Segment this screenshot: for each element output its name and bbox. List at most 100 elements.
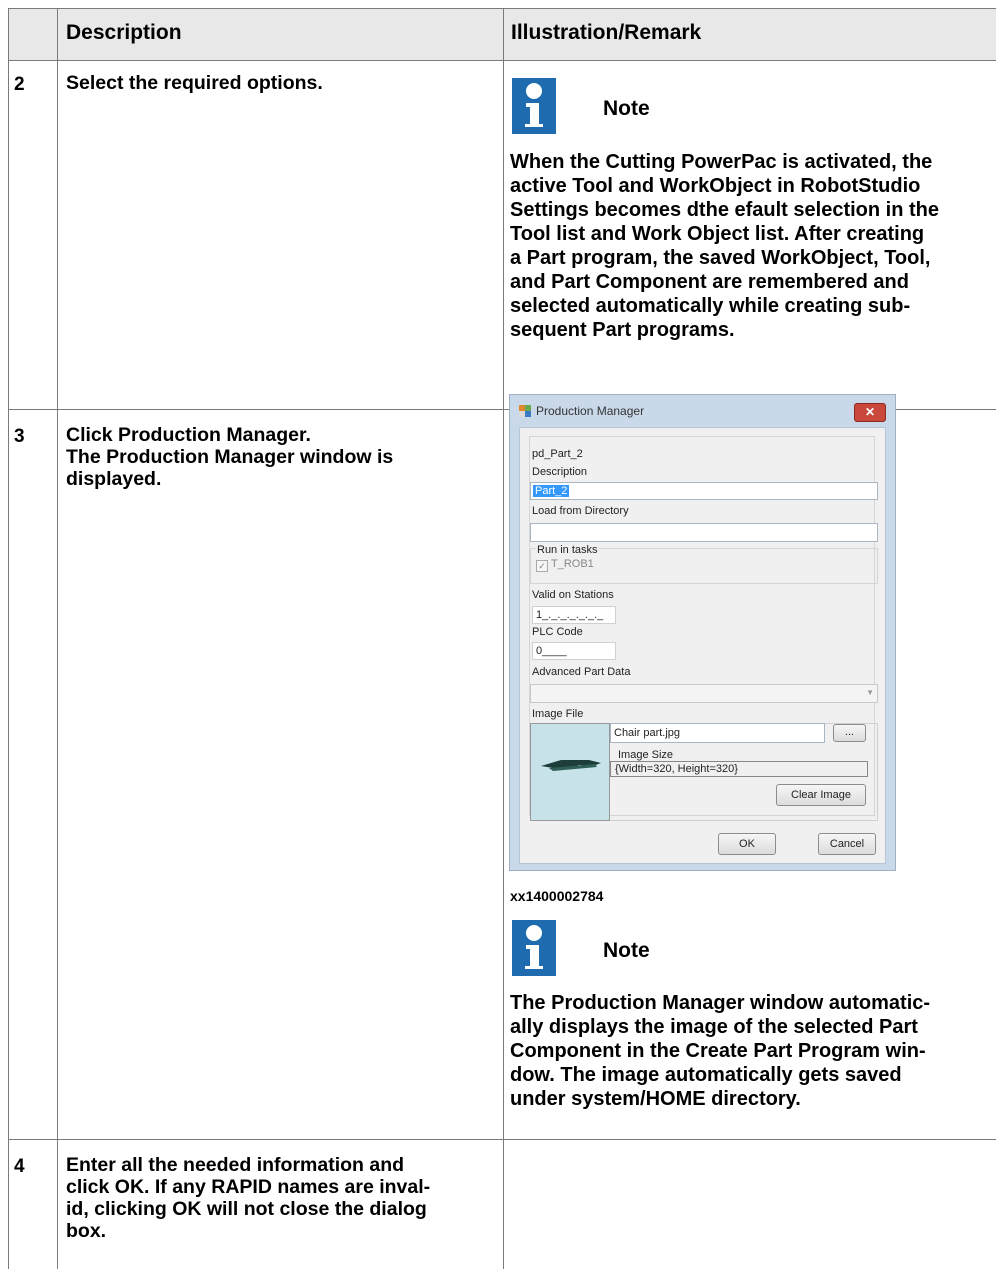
advanced-part-data-select[interactable]: ▼ xyxy=(530,684,878,703)
table-border-left xyxy=(8,8,9,1269)
step-description: Select the required options. xyxy=(66,72,323,94)
description-value: Part_2 xyxy=(533,485,570,497)
emphasis-text: Create Part Program xyxy=(685,1040,881,1062)
text-line: When the Cutting PowerPac is activated, … xyxy=(510,151,933,173)
text-line: under system/HOME directory. xyxy=(510,1087,994,1111)
plc-value: 0____ xyxy=(536,645,567,657)
description-field[interactable]: Part_2 xyxy=(530,482,878,500)
plain-text: Work Object xyxy=(631,223,750,245)
step-number: 4 xyxy=(14,1156,25,1177)
emphasis-text: OK xyxy=(114,1176,145,1198)
text-line: box. xyxy=(66,1220,496,1242)
dialog-title: Production Manager xyxy=(536,404,645,418)
load-label: Load from Directory xyxy=(532,505,629,517)
step-number: 3 xyxy=(14,426,25,447)
advanced-label: Advanced Part Data xyxy=(532,666,631,678)
plain-text: . If any RAPID names are inval- xyxy=(144,1176,431,1198)
text-line: Click Production Manager. xyxy=(66,424,496,446)
image-file-value: Chair part.jpg xyxy=(614,727,681,739)
part-image-preview xyxy=(530,723,610,821)
text-line: Enter all the needed information and xyxy=(66,1154,496,1176)
image-size-label: Image Size xyxy=(618,749,674,761)
plc-label: PLC Code xyxy=(532,626,583,638)
text-line: dow. The image automatically gets saved xyxy=(510,1063,994,1087)
plain-text: window automatic- xyxy=(744,992,931,1014)
header-illustration: Illustration/Remark xyxy=(511,21,702,44)
plc-code-field[interactable]: 0____ xyxy=(532,642,616,660)
plain-text: The xyxy=(510,992,552,1014)
plain-text: dow. The image automatically gets saved xyxy=(510,1064,902,1086)
text-line: displayed. xyxy=(66,468,496,490)
plain-text: Component in the xyxy=(510,1040,686,1062)
plain-text: displayed. xyxy=(66,468,162,490)
valid-stations-field[interactable]: 1_._._._._._._ xyxy=(532,606,616,624)
plain-text: win- xyxy=(880,1040,926,1062)
plain-text: under system/HOME directory. xyxy=(510,1088,801,1110)
plain-text: id, clicking xyxy=(66,1198,173,1220)
chevron-down-icon: ▼ xyxy=(866,688,874,697)
description-label: Description xyxy=(532,466,588,478)
plain-text: Tool xyxy=(510,223,551,245)
load-directory-field[interactable] xyxy=(530,523,878,542)
production-manager-dialog-screenshot: Production Manager ✕ pd_Part_2 Descripti… xyxy=(509,394,896,871)
plain-text: Click xyxy=(66,424,119,446)
note-text: The Production Manager window automatic-… xyxy=(510,991,994,1111)
header-description: Description xyxy=(66,21,182,44)
close-icon[interactable]: ✕ xyxy=(854,403,886,422)
emphasis-text: Production Manager xyxy=(118,424,306,446)
text-line: id, clicking OK will not close the dialo… xyxy=(66,1198,496,1220)
emphasis-text: OK xyxy=(172,1198,202,1220)
emphasis-text: list and xyxy=(550,223,632,245)
text-line: The Production Manager window is xyxy=(66,446,496,468)
dialog-titlebar: Production Manager ✕ xyxy=(510,395,895,427)
emphasis-text: list. After creating xyxy=(749,223,925,245)
text-line: Settings becomes dthe efault selection i… xyxy=(510,199,939,221)
plain-text: Enter all the needed information and xyxy=(66,1154,405,1176)
table-border-top xyxy=(8,8,996,9)
table-border-header xyxy=(8,60,996,61)
image-file-field[interactable]: Chair part.jpg xyxy=(610,723,825,743)
column-divider-2 xyxy=(503,8,504,1269)
text-line: ally displays the image of the selected … xyxy=(510,1015,994,1039)
note-label: Note xyxy=(603,939,650,962)
plain-text: click xyxy=(66,1176,115,1198)
step-description: Enter all the needed information and clic… xyxy=(66,1154,496,1242)
valid-value: 1_._._._._._._ xyxy=(536,609,604,621)
task-name: T_ROB1 xyxy=(551,558,594,570)
emphasis-text: Production Manager xyxy=(551,992,745,1014)
column-divider-1 xyxy=(57,8,58,1269)
chair-part-image xyxy=(541,760,601,771)
part-name: pd_Part_2 xyxy=(532,448,583,460)
dialog-client: pd_Part_2 Description Part_2 Load from D… xyxy=(519,427,886,864)
text-line: active Tool and WorkObject in RobotStudi… xyxy=(510,175,921,197)
text-line: The Production Manager window automatic- xyxy=(510,991,994,1015)
image-size-field: {Width=320, Height=320} xyxy=(610,761,868,777)
info-note-icon xyxy=(512,78,556,134)
text-line: selected automatically while creating su… xyxy=(510,295,911,317)
plain-text: . xyxy=(305,424,311,446)
cancel-button[interactable]: Cancel xyxy=(818,833,876,855)
ok-button[interactable]: OK xyxy=(718,833,776,855)
row-divider-3 xyxy=(8,1139,996,1140)
valid-label: Valid on Stations xyxy=(532,589,614,601)
plain-text: window is xyxy=(294,446,394,468)
clear-image-button[interactable]: Clear Image xyxy=(776,784,866,806)
note-text: When the Cutting PowerPac is activated, … xyxy=(510,150,994,342)
plain-text: The xyxy=(66,446,107,468)
text-line: a Part program, the saved WorkObject, To… xyxy=(510,247,931,269)
plain-text: box. xyxy=(66,1220,107,1242)
browse-button[interactable]: ... xyxy=(833,724,866,742)
step-description: Click Production Manager. The Production … xyxy=(66,424,496,490)
text-line: click OK. If any RAPID names are inval- xyxy=(66,1176,496,1198)
image-label: Image File xyxy=(532,708,584,720)
text-line: Tool list and Work Object list. After cr… xyxy=(510,222,994,246)
text-line: and Part Component are remembered and xyxy=(510,271,909,293)
text-line: Component in the Create Part Program win… xyxy=(510,1039,994,1063)
task-checkbox[interactable]: ✓ xyxy=(536,560,548,572)
step-number: 2 xyxy=(14,74,25,95)
text-line: sequent Part programs. xyxy=(510,319,735,341)
emphasis-text: Production Manager xyxy=(106,446,295,468)
figure-caption: xx1400002784 xyxy=(510,888,604,904)
image-size-value: {Width=320, Height=320} xyxy=(615,763,738,775)
plain-text: will not close the dialog xyxy=(201,1198,427,1220)
